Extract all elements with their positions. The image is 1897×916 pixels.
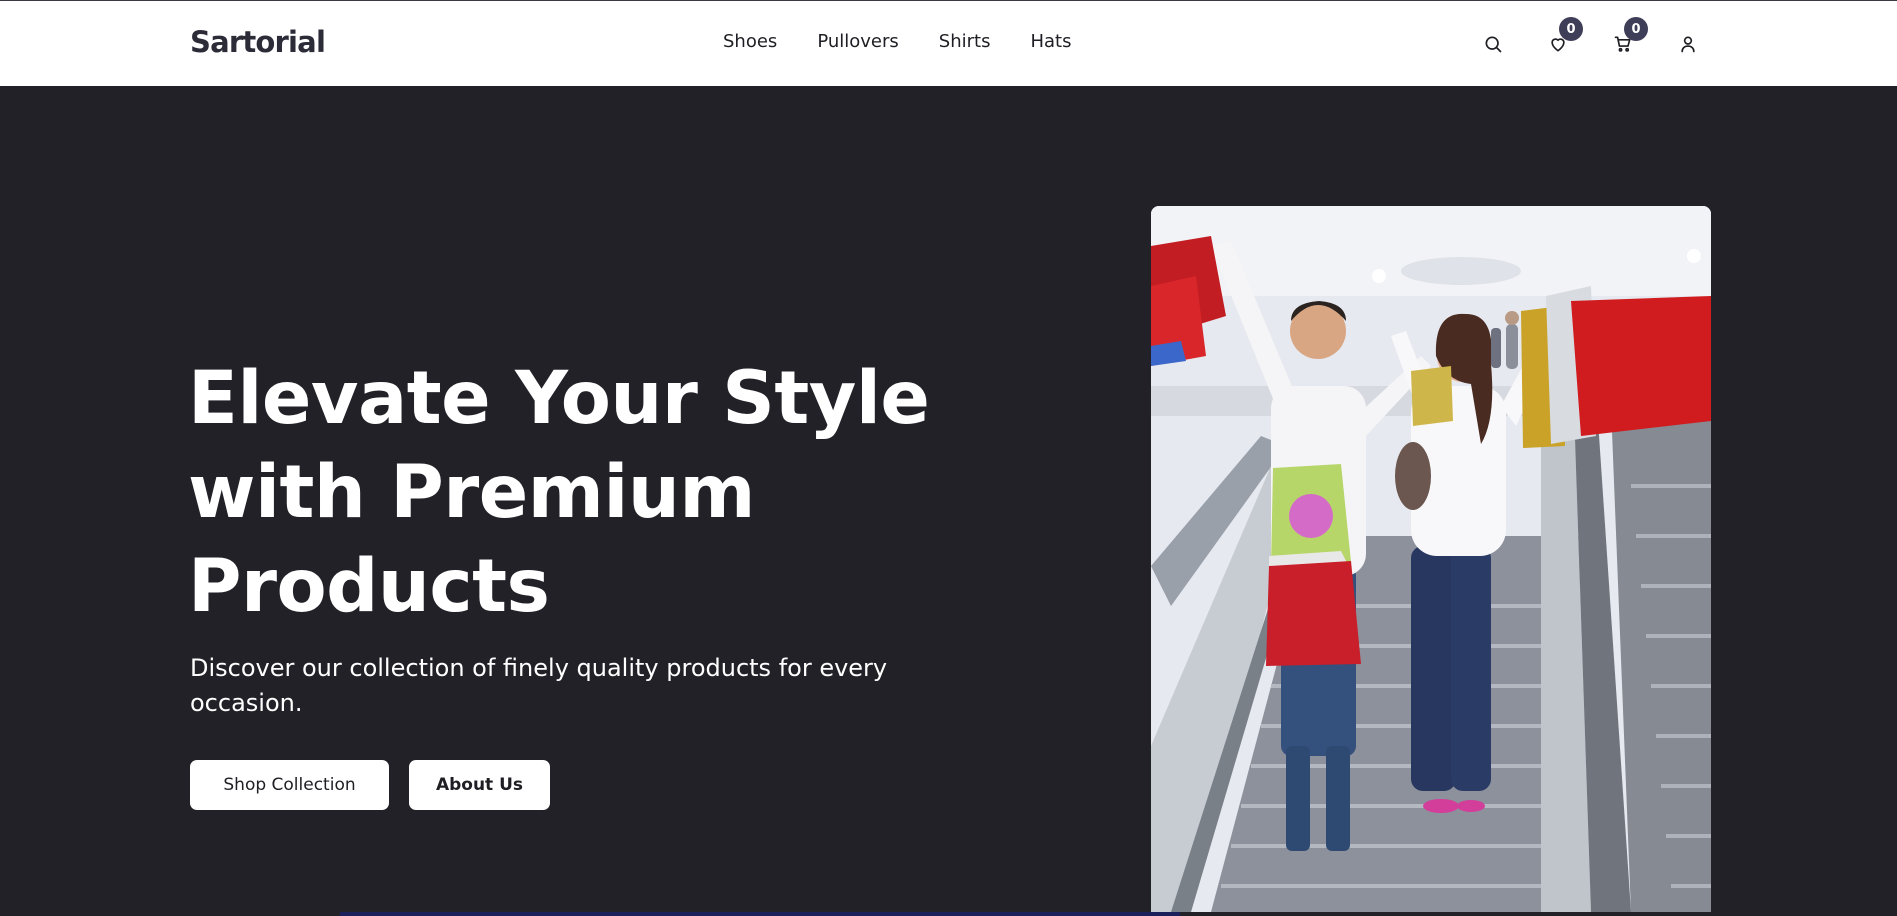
- bottom-edge: [0, 912, 1897, 916]
- hero-image: [1151, 206, 1711, 912]
- main-nav: Shoes Pullovers Shirts Hats: [723, 31, 1111, 52]
- about-us-button[interactable]: About Us: [409, 760, 550, 810]
- search-button[interactable]: [1478, 29, 1508, 59]
- hero-subtitle: Discover our collection of finely qualit…: [190, 654, 888, 717]
- nav-item-shirts[interactable]: Shirts: [939, 31, 991, 52]
- user-icon: [1681, 36, 1695, 53]
- shop-collection-button[interactable]: Shop Collection: [190, 760, 389, 810]
- hero-title: Elevate Your Style with Premium Products: [188, 356, 930, 629]
- nav-item-hats[interactable]: Hats: [1030, 31, 1071, 52]
- cart-button[interactable]: 0: [1608, 17, 1648, 59]
- nav-item-pullovers[interactable]: Pullovers: [817, 31, 898, 52]
- shopping-couple-illustration: [1151, 206, 1711, 912]
- logo[interactable]: Sartorial: [190, 25, 326, 59]
- search-icon: [1485, 36, 1502, 53]
- account-button[interactable]: [1673, 29, 1703, 59]
- nav-item-shoes[interactable]: Shoes: [723, 31, 777, 52]
- wishlist-button[interactable]: 0: [1543, 17, 1583, 59]
- bottom-accent: [340, 912, 1180, 916]
- site-header: Sartorial Shoes Pullovers Shirts Hats 0: [0, 1, 1897, 86]
- cart-count-badge: 0: [1624, 17, 1648, 41]
- wishlist-count-badge: 0: [1559, 17, 1583, 41]
